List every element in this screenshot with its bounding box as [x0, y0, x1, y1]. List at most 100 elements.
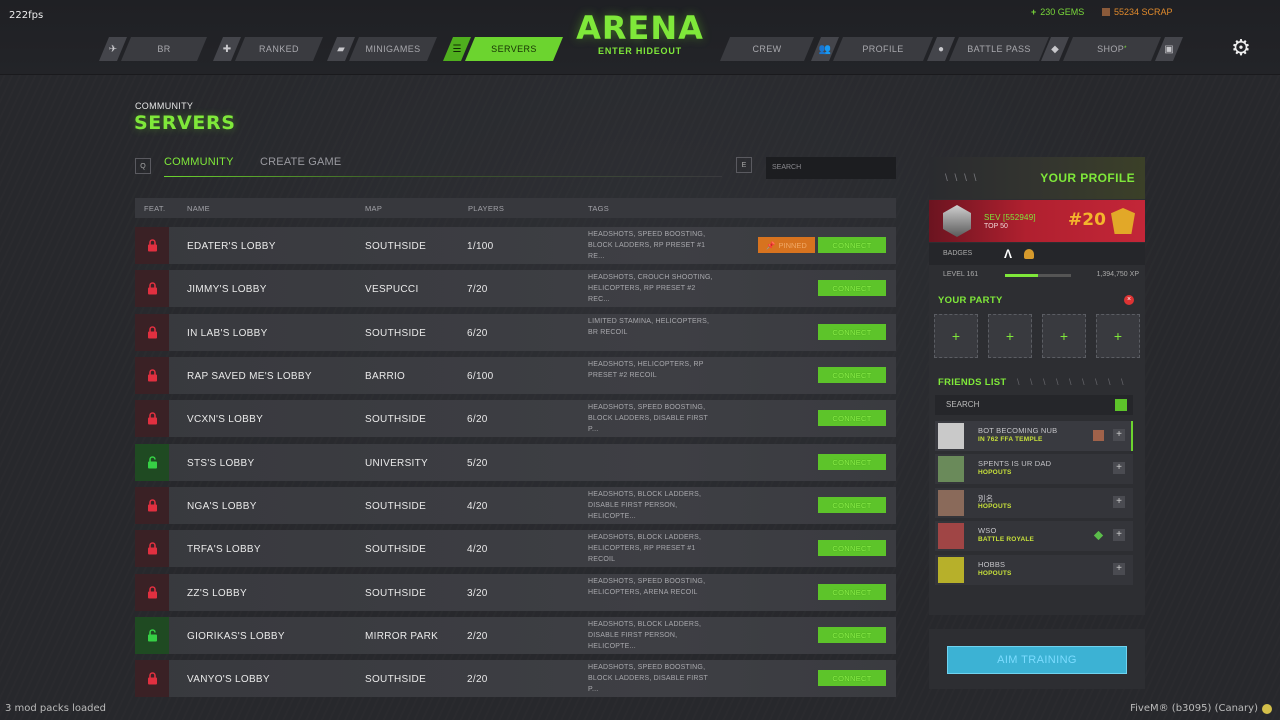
friend-status: HOPOUTS: [978, 570, 1012, 577]
header-name[interactable]: NAME: [187, 204, 210, 213]
server-row[interactable]: EDATER'S LOBBY SOUTHSIDE 1/100 HEADSHOTS, S…: [135, 227, 896, 264]
connect-button[interactable]: CONNECT: [818, 540, 886, 556]
arena-logo[interactable]: ARENA ENTER HIDEOUT: [560, 10, 720, 56]
server-name: VANYO'S LOBBY: [187, 674, 270, 685]
nav-ranked-label: RANKED: [259, 44, 299, 54]
friend-name: SPENTS IS UR DAD: [978, 459, 1052, 468]
scrap-balance: 55234 SCRAP: [1102, 7, 1173, 17]
nav-profile[interactable]: PROFILE: [833, 37, 933, 61]
header-feat: FEAT.: [144, 204, 166, 213]
server-players: 5/20: [467, 458, 488, 469]
connect-button[interactable]: CONNECT: [818, 627, 886, 643]
server-name: EDATER'S LOBBY: [187, 241, 276, 252]
friend-item[interactable]: HOBBS HOPOUTS +: [935, 555, 1133, 585]
server-players: 2/20: [467, 631, 488, 642]
server-players: 6/20: [467, 414, 488, 425]
server-row[interactable]: JIMMY'S LOBBY VESPUCCI 7/20 HEADSHOTS, CROU…: [135, 270, 896, 307]
connect-button[interactable]: CONNECT: [818, 410, 886, 426]
page-title: SERVERS: [134, 112, 236, 134]
nav-ranked[interactable]: RANKED: [235, 37, 323, 61]
server-name: GIORIKAS'S LOBBY: [187, 631, 285, 642]
logo-title: ARENA: [576, 9, 704, 47]
friends-search-input[interactable]: SEARCH: [935, 395, 1133, 415]
profile-card[interactable]: SEV [552949] TOP 50 #20: [929, 200, 1145, 242]
server-row[interactable]: RAP SAVED ME'S LOBBY BARRIO 6/100 HEADSHOTS…: [135, 357, 896, 394]
tab-community[interactable]: COMMUNITY: [164, 156, 234, 168]
party-slot[interactable]: +: [934, 314, 978, 358]
server-row[interactable]: TRFA'S LOBBY SOUTHSIDE 4/20 HEADSHOTS, BLOC…: [135, 530, 896, 567]
connect-button[interactable]: CONNECT: [818, 324, 886, 340]
nav-minigames[interactable]: MINIGAMES: [349, 37, 437, 61]
friend-item[interactable]: 別名 HOPOUTS +: [935, 488, 1133, 518]
gear-icon[interactable]: ⚙: [1228, 35, 1254, 61]
connect-button[interactable]: CONNECT: [818, 367, 886, 383]
party-slot[interactable]: +: [1042, 314, 1086, 358]
server-tags: HEADSHOTS, SPEED BOOSTING, BLOCK LADDERS…: [588, 664, 708, 693]
invite-friend-button[interactable]: +: [1113, 563, 1125, 575]
friends-search-button[interactable]: [1115, 399, 1127, 411]
invite-friend-button[interactable]: +: [1113, 429, 1125, 441]
nav-battle-pass[interactable]: BATTLE PASS: [949, 37, 1049, 61]
aim-training-panel: AIM TRAINING: [929, 629, 1145, 689]
server-row[interactable]: NGA'S LOBBY SOUTHSIDE 4/20 HEADSHOTS, BLOCK…: [135, 487, 896, 524]
tab-create-game[interactable]: CREATE GAME: [260, 156, 341, 168]
lock-icon: [135, 400, 169, 437]
server-players: 6/100: [467, 371, 494, 382]
connect-button[interactable]: CONNECT: [818, 497, 886, 513]
server-row[interactable]: VANYO'S LOBBY SOUTHSIDE 2/20 HEADSHOTS, SPE…: [135, 660, 896, 697]
nav-crew[interactable]: CREW: [720, 37, 814, 61]
invite-friend-button[interactable]: +: [1113, 529, 1125, 541]
crown-badge-icon[interactable]: [1024, 249, 1034, 259]
friend-avatar: [938, 490, 964, 516]
server-row[interactable]: IN LAB'S LOBBY SOUTHSIDE 6/20 LIMITED STAMI…: [135, 314, 896, 351]
connect-label: CONNECT: [832, 630, 872, 640]
lock-icon: [135, 487, 169, 524]
server-row[interactable]: GIORIKAS'S LOBBY MIRROR PARK 2/20 HEADSHOTS…: [135, 617, 896, 654]
lock-icon: [135, 227, 169, 264]
mod-status: 3 mod packs loaded: [5, 703, 106, 714]
header-players[interactable]: PLAYERS: [468, 204, 504, 213]
fps-counter: 222fps: [9, 10, 44, 21]
header-map[interactable]: MAP: [365, 204, 382, 213]
server-name: NGA'S LOBBY: [187, 501, 257, 512]
leave-party-icon[interactable]: ×: [1124, 295, 1134, 305]
server-tags: HEADSHOTS, SPEED BOOSTING, BLOCK LADDERS…: [588, 231, 706, 260]
server-row[interactable]: ZZ'S LOBBY SOUTHSIDE 3/20 HEADSHOTS, SPEED …: [135, 574, 896, 611]
scrap-text: 55234 SCRAP: [1114, 7, 1173, 17]
server-map: SOUTHSIDE: [365, 414, 427, 425]
friend-status: BATTLE ROYALE: [978, 536, 1035, 543]
server-tags: LIMITED STAMINA, HELICOPTERS, BR RECOIL: [588, 318, 710, 336]
logo-subtitle: ENTER HIDEOUT: [598, 46, 682, 56]
top-navigation-bar: ✈ BR ✚ RANKED ▰ MINIGAMES ☰ SERVERS AREN…: [0, 0, 1280, 75]
server-row[interactable]: VCXN'S LOBBY SOUTHSIDE 6/20 HEADSHOTS, SPEE…: [135, 400, 896, 437]
connect-button[interactable]: CONNECT: [818, 454, 886, 470]
aim-training-button[interactable]: AIM TRAINING: [947, 646, 1127, 674]
invite-friend-button[interactable]: +: [1113, 462, 1125, 474]
connect-button[interactable]: CONNECT: [818, 237, 886, 253]
server-row[interactable]: STS'S LOBBY UNIVERSITY 5/20 CONNECT: [135, 444, 896, 481]
server-tags: HEADSHOTS, CROUCH SHOOTING, HELICOPTERS,…: [588, 274, 713, 303]
friend-name: WSO: [978, 526, 997, 535]
friend-item[interactable]: SPENTS IS UR DAD HOPOUTS +: [935, 454, 1133, 484]
connect-button[interactable]: CONNECT: [818, 670, 886, 686]
connect-button[interactable]: CONNECT: [818, 584, 886, 600]
nav-shop[interactable]: SHOP *: [1063, 37, 1161, 61]
friend-item[interactable]: BOT BECOMING NUB IN 762 FFA TEMPLE +: [935, 421, 1133, 451]
friend-item[interactable]: WSO BATTLE ROYALE +: [935, 521, 1133, 551]
server-search-input[interactable]: SEARCH: [766, 157, 896, 179]
header-tags: TAGS: [588, 204, 610, 213]
nav-br[interactable]: BR: [121, 37, 207, 61]
server-map: VESPUCCI: [365, 284, 419, 295]
party-slot[interactable]: +: [988, 314, 1032, 358]
connect-button[interactable]: CONNECT: [818, 280, 886, 296]
apex-badge-icon[interactable]: Λ: [1004, 247, 1012, 261]
connect-label: CONNECT: [832, 327, 872, 337]
connect-label: CONNECT: [832, 457, 872, 467]
invite-friend-button[interactable]: +: [1113, 496, 1125, 508]
nav-servers[interactable]: SERVERS: [465, 37, 563, 61]
unlock-icon: [135, 444, 169, 481]
party-slot[interactable]: +: [1096, 314, 1140, 358]
server-name: RAP SAVED ME'S LOBBY: [187, 371, 312, 382]
lock-icon: [135, 357, 169, 394]
server-map: SOUTHSIDE: [365, 241, 427, 252]
